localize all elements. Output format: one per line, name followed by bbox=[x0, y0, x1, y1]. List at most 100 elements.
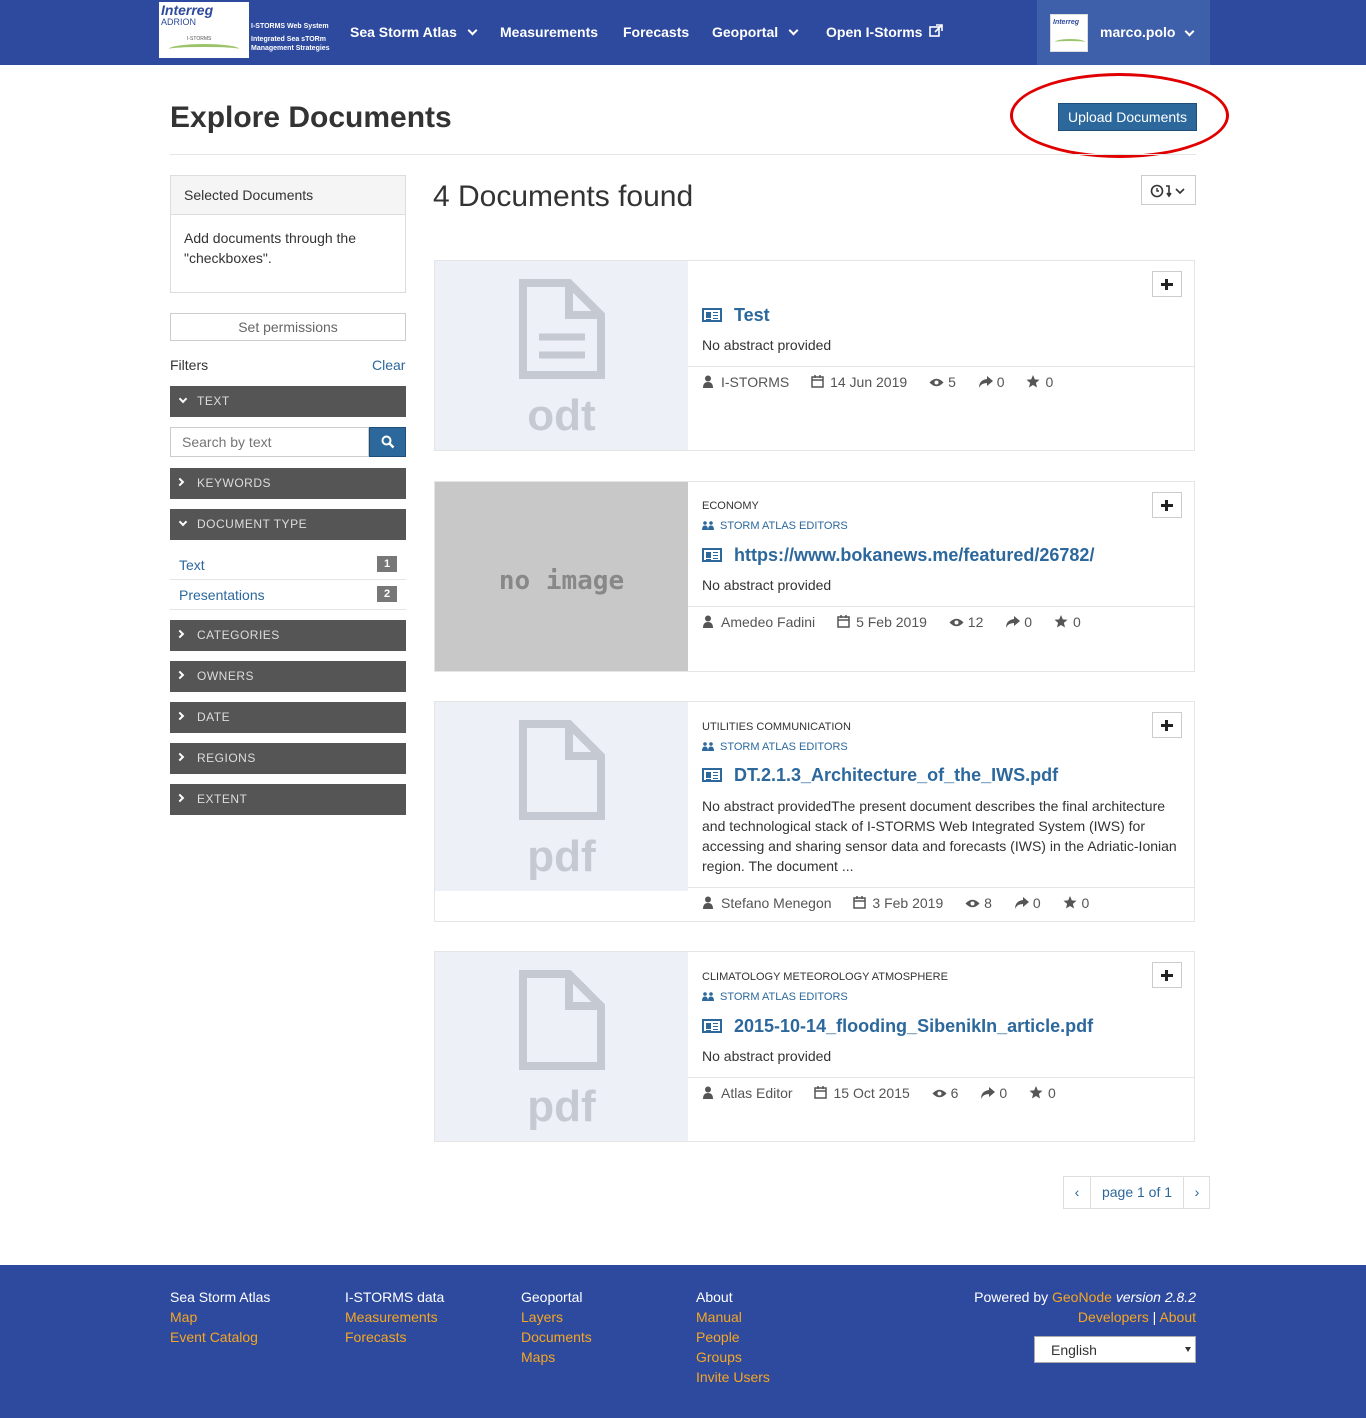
search-button[interactable] bbox=[369, 427, 406, 457]
document-icon bbox=[702, 308, 722, 322]
footer-link-maps[interactable]: Maps bbox=[521, 1347, 592, 1367]
document-group[interactable]: STORM ATLAS EDITORS bbox=[702, 991, 848, 1003]
document-category[interactable]: CLIMATOLOGY METEOROLOGY ATMOSPHERE bbox=[702, 971, 948, 983]
no-image-placeholder: no image bbox=[498, 566, 625, 596]
footer-link-forecasts[interactable]: Forecasts bbox=[345, 1327, 444, 1347]
clear-filters-link[interactable]: Clear bbox=[372, 357, 405, 373]
chevron-right-icon bbox=[175, 711, 185, 721]
chevron-down-icon bbox=[178, 394, 188, 404]
filter-label: KEYWORDS bbox=[197, 476, 272, 490]
document-category[interactable]: UTILITIES COMMUNICATION bbox=[702, 721, 851, 733]
document-date: 5 Feb 2019 bbox=[856, 614, 927, 630]
owner-name[interactable]: I-STORMS bbox=[721, 374, 789, 390]
filter-date-toggle[interactable]: DATE bbox=[170, 702, 406, 733]
chevron-right-icon bbox=[175, 752, 185, 762]
chevron-right-icon bbox=[175, 629, 185, 639]
chevron-down-icon bbox=[178, 517, 188, 527]
star-icon bbox=[1063, 896, 1077, 909]
footer-link-invite-users[interactable]: Invite Users bbox=[696, 1367, 770, 1387]
filter-owners-toggle[interactable]: OWNERS bbox=[170, 661, 406, 692]
filter-document-type-toggle[interactable]: DOCUMENT TYPE bbox=[170, 509, 406, 540]
filter-regions-toggle[interactable]: REGIONS bbox=[170, 743, 406, 774]
footer-link-layers[interactable]: Layers bbox=[521, 1307, 592, 1327]
nav-open-istorms[interactable]: Open I-Storms bbox=[826, 24, 944, 40]
dropdown-arrow-icon bbox=[1185, 1347, 1191, 1352]
document-abstract: No abstract provided bbox=[702, 337, 832, 353]
nav-sea-storm-atlas[interactable]: Sea Storm Atlas bbox=[350, 24, 478, 40]
user-icon bbox=[702, 1086, 715, 1099]
footer-link-event-catalog[interactable]: Event Catalog bbox=[170, 1327, 270, 1347]
document-thumbnail[interactable]: no image bbox=[435, 482, 688, 671]
owner-name[interactable]: Amedeo Fadini bbox=[721, 614, 815, 630]
document-date: 3 Feb 2019 bbox=[872, 895, 944, 911]
document-abstract: No abstract providedThe present document… bbox=[702, 798, 1177, 874]
footer-link-documents[interactable]: Documents bbox=[521, 1327, 592, 1347]
document-card: pdf UTILITIES COMMUNICATION STORM ATLAS … bbox=[434, 701, 1195, 922]
sort-button[interactable] bbox=[1141, 175, 1196, 205]
set-permissions-button[interactable]: Set permissions bbox=[170, 313, 406, 341]
footer-link-map[interactable]: Map bbox=[170, 1307, 270, 1327]
document-group[interactable]: STORM ATLAS EDITORS bbox=[702, 520, 848, 532]
rating-count: 0 bbox=[1045, 374, 1054, 390]
prev-page-button[interactable]: ‹ bbox=[1064, 1177, 1091, 1208]
footer-col-data: I-STORMS data Measurements Forecasts bbox=[345, 1287, 444, 1347]
document-title-link[interactable]: https://www.bokanews.me/featured/26782/ bbox=[702, 545, 1094, 566]
chevron-down-icon bbox=[788, 25, 799, 36]
eye-icon bbox=[965, 896, 980, 908]
selected-documents-panel: Selected Documents Add documents through… bbox=[170, 175, 406, 293]
search-input[interactable] bbox=[170, 427, 369, 457]
about-link[interactable]: About bbox=[1159, 1309, 1196, 1325]
site-logo[interactable]: Interreg ADRION I-STORMS I-STORMS Web Sy… bbox=[157, 0, 337, 60]
document-title-link[interactable]: 2015-10-14_flooding_SibenikIn_article.pd… bbox=[702, 1016, 1093, 1037]
add-to-selection-button[interactable] bbox=[1152, 962, 1182, 988]
add-to-selection-button[interactable] bbox=[1152, 271, 1182, 297]
language-select[interactable]: English bbox=[1034, 1336, 1196, 1363]
document-thumbnail[interactable]: pdf bbox=[435, 702, 688, 891]
footer-link-groups[interactable]: Groups bbox=[696, 1347, 770, 1367]
document-meta: Amedeo Fadini 5 Feb 2019 12 0 0 bbox=[702, 614, 1099, 630]
document-title-link[interactable]: DT.2.1.3_Architecture_of_the_IWS.pdf bbox=[702, 765, 1058, 786]
nav-measurements[interactable]: Measurements bbox=[500, 24, 598, 40]
document-thumbnail[interactable]: pdf bbox=[435, 952, 688, 1141]
developers-link[interactable]: Developers bbox=[1078, 1309, 1149, 1325]
share-icon bbox=[978, 375, 993, 388]
rating-count: 0 bbox=[1072, 614, 1081, 630]
filter-label: DATE bbox=[197, 710, 231, 724]
share-count: 0 bbox=[996, 374, 1005, 390]
filter-categories-toggle[interactable]: CATEGORIES bbox=[170, 620, 406, 651]
geonode-link[interactable]: GeoNode bbox=[1052, 1289, 1112, 1305]
filter-extent-toggle[interactable]: EXTENT bbox=[170, 784, 406, 815]
document-meta: Stefano Menegon 3 Feb 2019 8 0 0 bbox=[702, 895, 1107, 911]
document-thumbnail[interactable]: odt bbox=[435, 261, 688, 450]
document-group[interactable]: STORM ATLAS EDITORS bbox=[702, 741, 848, 753]
search-icon bbox=[381, 435, 395, 449]
footer-link-manual[interactable]: Manual bbox=[696, 1307, 770, 1327]
footer-heading: Geoportal bbox=[521, 1289, 583, 1305]
nav-geoportal[interactable]: Geoportal bbox=[712, 24, 799, 40]
doc-type-presentations[interactable]: Presentations 2 bbox=[170, 580, 406, 610]
external-link-icon bbox=[929, 24, 944, 37]
nav-forecasts[interactable]: Forecasts bbox=[623, 24, 689, 40]
footer-heading: Sea Storm Atlas bbox=[170, 1289, 271, 1305]
doc-type-text[interactable]: Text 1 bbox=[170, 550, 406, 580]
divider bbox=[170, 154, 1196, 155]
footer-link-measurements[interactable]: Measurements bbox=[345, 1307, 444, 1327]
share-count: 0 bbox=[1024, 614, 1033, 630]
share-icon bbox=[1014, 896, 1029, 909]
footer-link-people[interactable]: People bbox=[696, 1327, 770, 1347]
filter-keywords-toggle[interactable]: KEYWORDS bbox=[170, 468, 406, 499]
next-page-button[interactable]: › bbox=[1183, 1177, 1210, 1208]
document-icon bbox=[702, 1019, 722, 1033]
filter-text-toggle[interactable]: TEXT bbox=[170, 386, 406, 417]
user-menu[interactable]: Interreg marco.polo bbox=[1037, 0, 1210, 65]
owner-name[interactable]: Stefano Menegon bbox=[721, 895, 832, 911]
owner-name[interactable]: Atlas Editor bbox=[721, 1085, 793, 1101]
add-to-selection-button[interactable] bbox=[1152, 492, 1182, 518]
view-count: 6 bbox=[950, 1085, 959, 1101]
filter-label: OWNERS bbox=[197, 669, 254, 683]
logo-interreg: Interreg bbox=[161, 2, 214, 18]
eye-icon bbox=[949, 615, 964, 627]
document-title-link[interactable]: Test bbox=[702, 305, 770, 326]
document-category[interactable]: ECONOMY bbox=[702, 500, 759, 512]
add-to-selection-button[interactable] bbox=[1152, 712, 1182, 738]
